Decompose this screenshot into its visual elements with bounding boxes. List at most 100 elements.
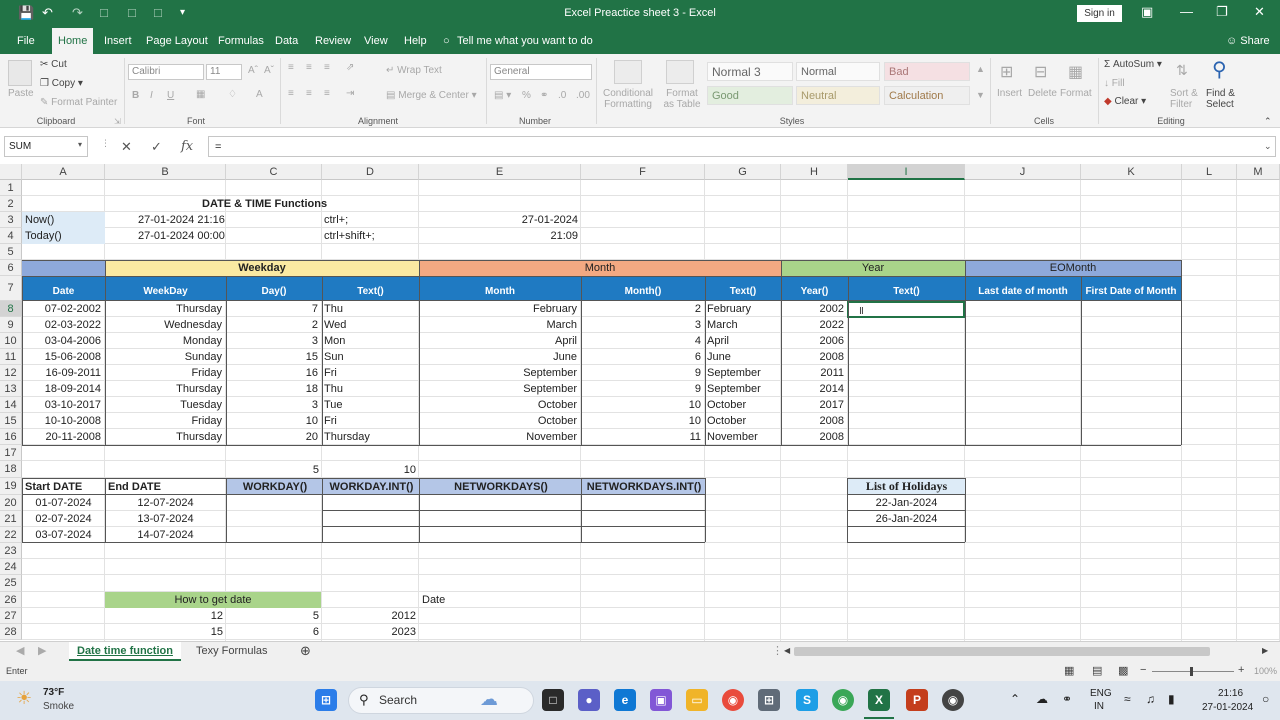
table-cell[interactable]: Thu — [322, 301, 418, 317]
language-region[interactable]: IN — [1094, 701, 1104, 712]
table-cell[interactable]: Mon — [322, 333, 418, 349]
row-header[interactable]: 10 — [0, 333, 22, 349]
tab-formulas[interactable]: Formulas — [218, 35, 264, 47]
italic-button[interactable]: I — [150, 90, 153, 101]
copy-button[interactable]: ❐ Copy ▾ — [40, 78, 83, 89]
cancel-icon[interactable]: ✕ — [121, 139, 132, 155]
table-cell[interactable]: 3 — [226, 397, 320, 413]
table-cell[interactable]: 6 — [581, 349, 703, 365]
sheet-heading[interactable]: DATE & TIME Functions — [200, 196, 329, 212]
table-cell[interactable]: Fri — [322, 365, 418, 381]
table-cell[interactable]: 02-03-2022 — [23, 317, 103, 333]
table-cell[interactable]: 03-04-2006 — [23, 333, 103, 349]
powerpoint-icon[interactable]: P — [906, 689, 928, 711]
row-header[interactable]: 3 — [0, 212, 22, 228]
date-label[interactable]: Date — [420, 592, 447, 608]
store-icon[interactable]: ▣ — [650, 689, 672, 711]
horizontal-scrollbar[interactable] — [794, 647, 1210, 656]
sheet-tab-date-time-function[interactable]: Date time function — [69, 642, 181, 661]
table-cell[interactable]: February — [705, 301, 781, 317]
workday-cell[interactable]: 13-07-2024 — [105, 511, 226, 527]
row-header[interactable]: 22 — [0, 527, 22, 543]
table-cell[interactable]: 2008 — [781, 429, 846, 445]
zoom-slider-thumb[interactable] — [1190, 667, 1193, 676]
r28-d[interactable]: 2023 — [322, 624, 418, 640]
table-cell[interactable]: 2 — [581, 301, 703, 317]
tab-review[interactable]: Review — [315, 35, 351, 47]
paste-button[interactable]: Paste — [8, 88, 34, 99]
start-icon[interactable]: ⊞ — [315, 689, 337, 711]
table-cell[interactable]: 20-11-2008 — [23, 429, 103, 445]
normal-view-icon[interactable]: ▦ — [1064, 664, 1074, 677]
row-header[interactable]: 18 — [0, 461, 22, 478]
now-result[interactable]: 27-01-2024 — [419, 212, 580, 228]
wifi-icon[interactable]: ≈ — [1124, 692, 1131, 706]
increase-decimal-icon[interactable]: .0 — [558, 90, 566, 101]
table-header-cell[interactable]: Text() — [322, 284, 419, 300]
table-cell[interactable]: 2022 — [781, 317, 846, 333]
row-header[interactable]: 27 — [0, 608, 22, 624]
styles-scroll-up-icon[interactable]: ▲ — [976, 64, 985, 74]
bottom-align-icon[interactable]: ≡ — [324, 62, 330, 73]
clear-button[interactable]: ◆ Clear ▾ — [1104, 96, 1146, 107]
zoom-in-icon[interactable]: + — [1238, 664, 1244, 676]
workday-cell[interactable]: 02-07-2024 — [22, 511, 105, 527]
orientation-icon[interactable]: ⇗ — [346, 62, 354, 73]
file-explorer-icon[interactable]: ▭ — [686, 689, 708, 711]
excel-taskbar-icon[interactable]: X — [868, 689, 890, 711]
calculator-icon[interactable]: ⊞ — [758, 689, 780, 711]
clipboard-launcher-icon[interactable]: ⇲ — [114, 117, 121, 126]
group-header-weekday[interactable]: Weekday — [105, 260, 419, 276]
table-cell[interactable]: 2014 — [781, 381, 846, 397]
table-cell[interactable]: 9 — [581, 381, 703, 397]
r27-c[interactable]: 5 — [226, 608, 321, 624]
style-good[interactable]: Good — [707, 86, 793, 105]
workday-cell[interactable]: 12-07-2024 — [105, 495, 226, 511]
holiday-1[interactable]: 22-Jan-2024 — [848, 495, 965, 511]
r18-d[interactable]: 10 — [322, 462, 418, 478]
r28-c[interactable]: 6 — [226, 624, 321, 640]
chrome-icon[interactable]: ◉ — [722, 689, 744, 711]
table-cell[interactable]: 2011 — [781, 365, 846, 381]
table-header-cell[interactable]: Date — [22, 284, 105, 300]
table-cell[interactable]: 18-09-2014 — [23, 381, 103, 397]
table-cell[interactable]: Thursday — [322, 429, 418, 445]
workday-header-cell[interactable]: Start DATE — [24, 479, 105, 495]
battery-icon[interactable]: ▮ — [1168, 692, 1175, 706]
table-header-cell[interactable]: Month() — [581, 284, 705, 300]
zoom-slider[interactable] — [1152, 671, 1234, 672]
workday-header-cell[interactable]: NETWORKDAYS.INT() — [583, 479, 705, 495]
group-header-year[interactable]: Year — [781, 260, 965, 276]
table-cell[interactable]: March — [705, 317, 781, 333]
today-shortcut[interactable]: ctrl+shift+; — [322, 228, 377, 244]
underline-button[interactable]: U — [167, 90, 174, 101]
worksheet-grid[interactable]: ABCDEFGHIJKLM 1 2 3 4 5 6 7 8 9 10 11 12 13 14 15 16 17 1… — [0, 164, 1280, 641]
row-header[interactable]: 21 — [0, 511, 22, 527]
chrome-profile-icon[interactable]: ◉ — [832, 689, 854, 711]
column-header[interactable]: I — [848, 164, 965, 180]
holidays-title[interactable]: List of Holidays — [848, 478, 965, 494]
row-header[interactable]: 14 — [0, 397, 22, 413]
edge-icon[interactable]: e — [614, 689, 636, 711]
minimize-icon[interactable]: — — [1180, 4, 1193, 19]
table-cell[interactable]: November — [419, 429, 579, 445]
currency-icon[interactable]: ▤ ▾ — [494, 90, 511, 101]
style-bad[interactable]: Bad — [884, 62, 970, 81]
column-header[interactable]: L — [1182, 164, 1237, 180]
style-calculation[interactable]: Calculation — [884, 86, 970, 105]
expand-formula-bar-icon[interactable]: ⌄ — [1264, 141, 1272, 152]
table-cell[interactable]: October — [419, 397, 579, 413]
style-neutral[interactable]: Neutral — [796, 86, 880, 105]
name-box[interactable]: SUM — [4, 136, 88, 157]
workday-cell[interactable]: 03-07-2024 — [22, 527, 105, 543]
table-cell[interactable]: 2006 — [781, 333, 846, 349]
table-cell[interactable]: 20 — [226, 429, 320, 445]
table-header-cell[interactable]: WeekDay — [105, 284, 226, 300]
row-header[interactable]: 28 — [0, 624, 22, 640]
page-layout-view-icon[interactable]: ▤ — [1092, 664, 1102, 677]
now-value[interactable]: 27-01-2024 21:16 — [136, 212, 227, 228]
select-all-corner[interactable] — [0, 164, 22, 180]
format-cells-button[interactable]: Format — [1060, 88, 1092, 99]
table-cell[interactable]: October — [705, 413, 781, 429]
table-cell[interactable]: September — [705, 381, 781, 397]
